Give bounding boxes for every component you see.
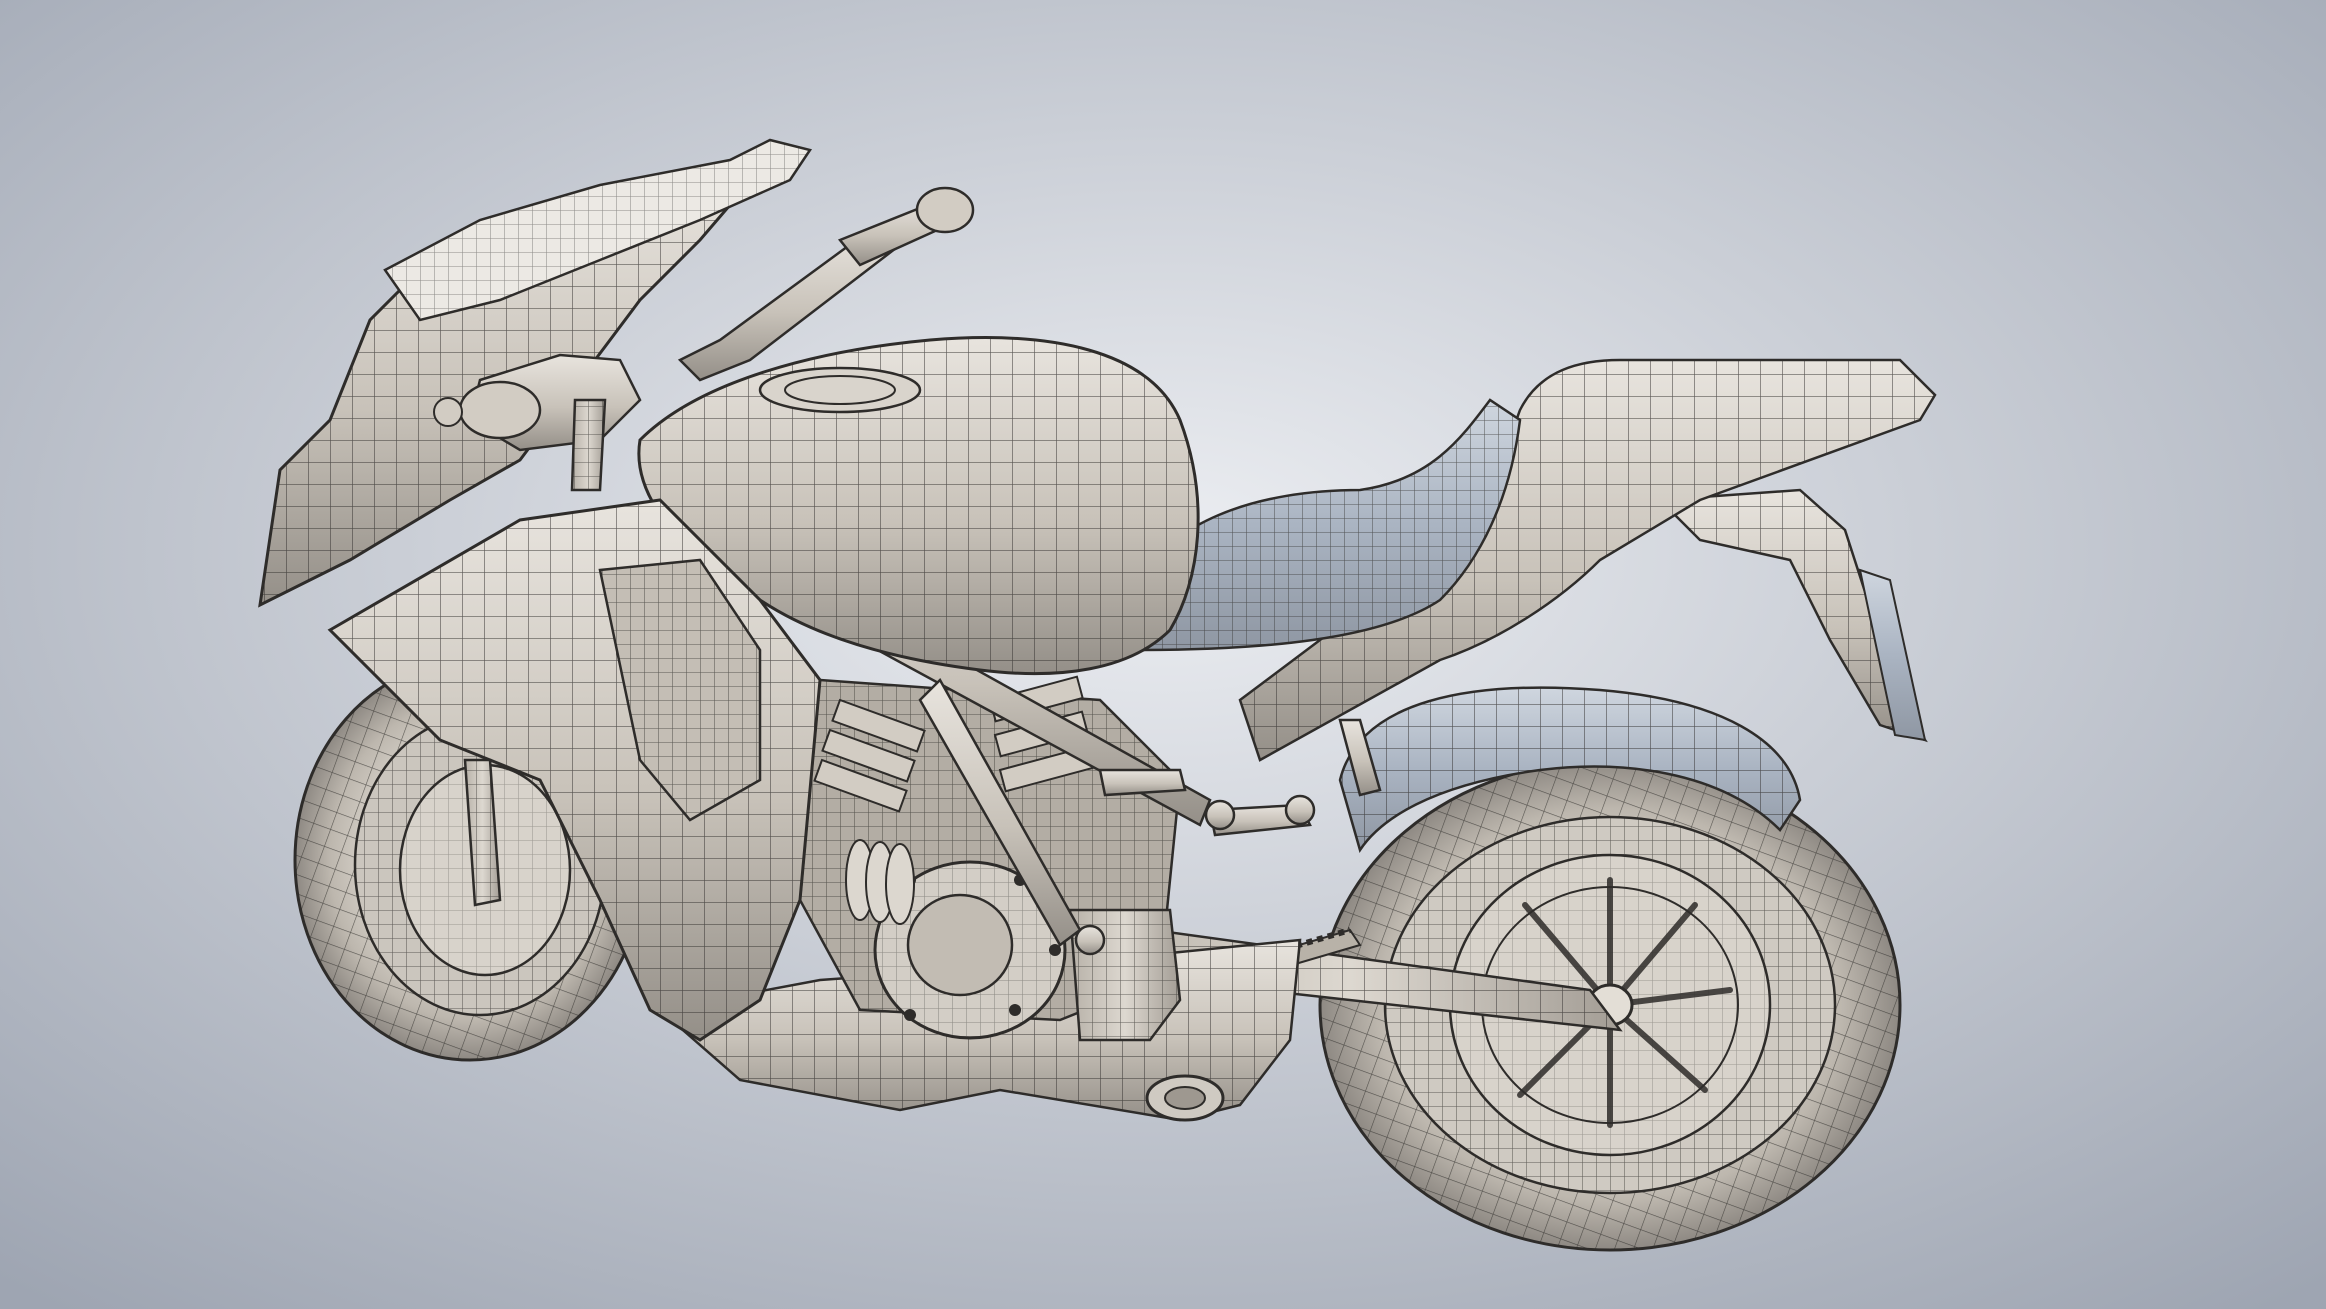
engine xyxy=(798,675,1182,1042)
right-grip xyxy=(915,186,975,234)
gear-springs xyxy=(845,839,915,925)
mirror-mount xyxy=(433,397,463,427)
viewport xyxy=(0,0,2326,1309)
render-canvas xyxy=(0,0,2326,1309)
steering-head xyxy=(458,380,542,440)
